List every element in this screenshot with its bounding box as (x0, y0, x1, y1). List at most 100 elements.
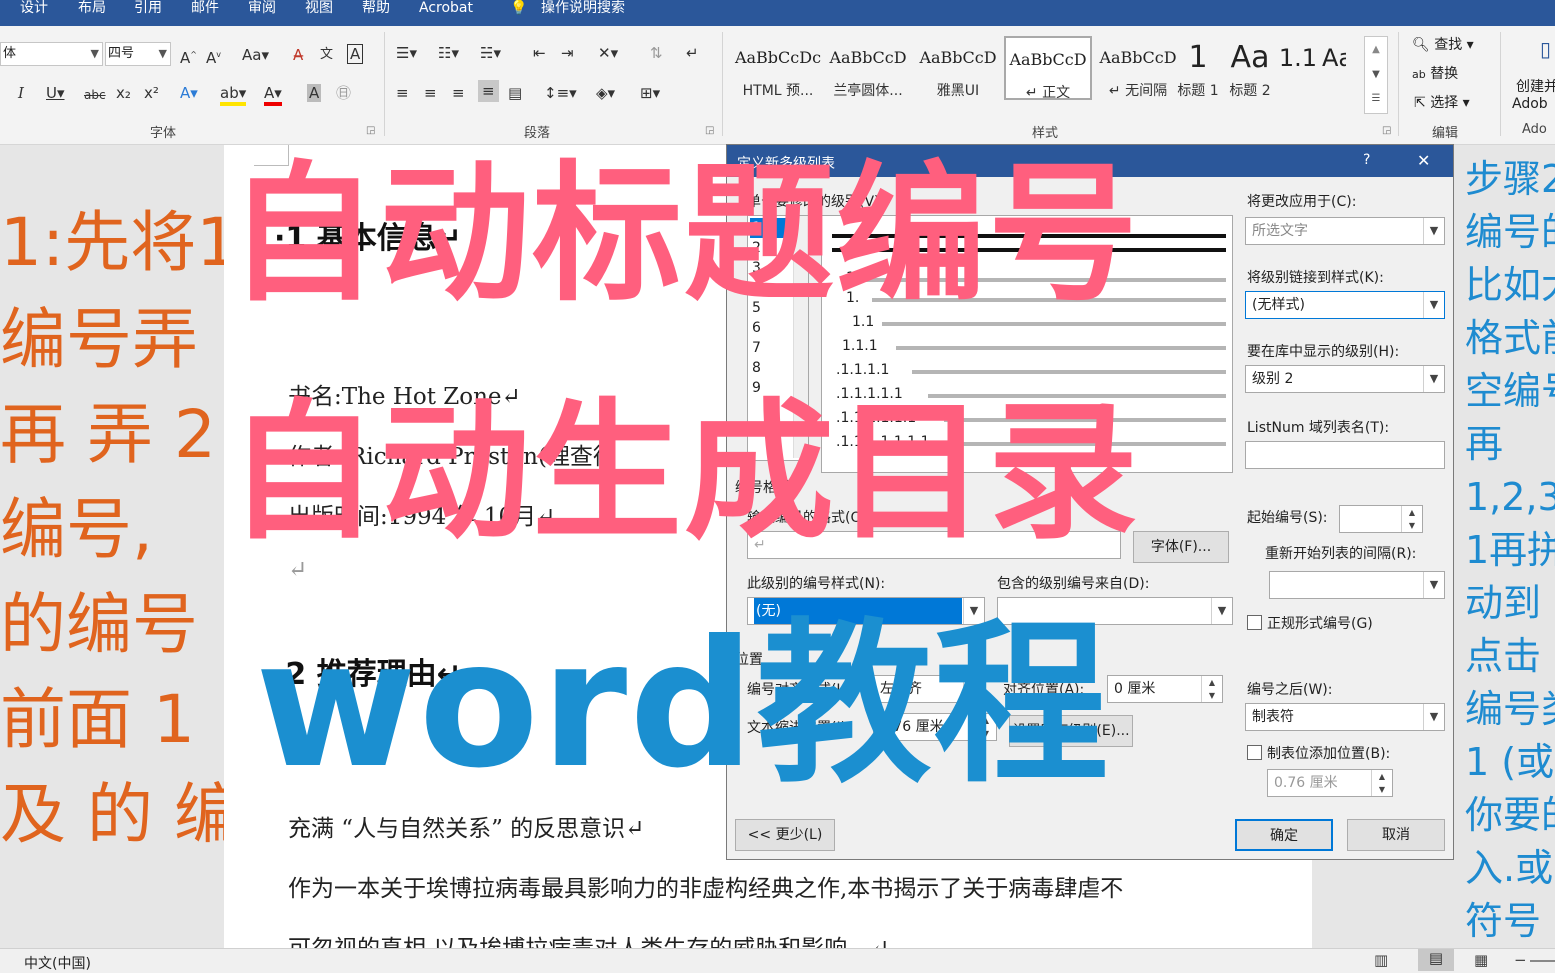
align-left-icon[interactable]: ≡ (396, 84, 409, 102)
bullets-icon[interactable]: ☰▾ (396, 44, 417, 62)
style-lanting[interactable]: AaBbCcD 兰亭圆体... (824, 36, 912, 100)
style-heading-2[interactable]: Aa 标题 2 (1226, 36, 1274, 100)
change-case-icon[interactable]: Aa▾ (242, 46, 269, 64)
chevron-down-icon[interactable]: ▼ (1365, 62, 1387, 87)
alignment-select[interactable]: 左对齐 ▼ (873, 675, 985, 703)
start-at-input[interactable]: ▲ ▼ (1339, 505, 1423, 533)
align-right-icon[interactable]: ≡ (452, 84, 465, 102)
ok-button[interactable]: 确定 (1235, 819, 1333, 851)
tab-help[interactable]: 帮助 (362, 0, 390, 22)
tab-review[interactable]: 审阅 (248, 0, 276, 22)
italic-icon[interactable]: I (18, 84, 24, 102)
dialog-launcher-icon[interactable]: ◲ (366, 122, 375, 140)
superscript-icon[interactable]: x² (144, 84, 159, 102)
style-heading-1[interactable]: 1 标题 1 (1174, 36, 1222, 100)
style-no-spacing[interactable]: AaBbCcD ↵ 无间隔 (1094, 36, 1182, 100)
read-mode-icon[interactable]: ▥ (1374, 951, 1388, 969)
level-item[interactable]: 3 (752, 258, 761, 278)
spinner-icon[interactable]: ▲ ▼ (1401, 506, 1422, 532)
tab-stop-input[interactable]: 0.76 厘米 ▲ ▼ (1267, 769, 1393, 797)
include-level-select[interactable]: ▼ (997, 597, 1233, 625)
select-button[interactable]: ⇱ 选择 ▾ (1414, 92, 1470, 112)
styles-scroll[interactable]: ▲ ▼ ☰ (1364, 36, 1388, 114)
spinner-icon[interactable]: ▲ ▼ (975, 714, 996, 740)
underline-icon[interactable]: U▾ (46, 84, 65, 102)
font-size-combo[interactable]: 四号 ▼ (105, 42, 171, 66)
tab-acrobat[interactable]: Acrobat (419, 0, 473, 22)
tab-references[interactable]: 引用 (134, 0, 162, 22)
dialog-launcher-icon[interactable]: ◲ (1382, 122, 1391, 140)
distributed-icon[interactable]: ▤ (508, 84, 522, 102)
phonetic-guide-icon[interactable]: 文 (320, 46, 333, 64)
less-button[interactable]: << 更少(L) (735, 819, 835, 851)
level-item[interactable]: 9 (752, 378, 761, 398)
replace-button[interactable]: ab 替换 (1412, 63, 1458, 83)
style-normal[interactable]: AaBbCcD ↵ 正文 (1004, 36, 1092, 101)
tab-stop-checkbox[interactable] (1247, 745, 1262, 760)
level-item[interactable]: 7 (752, 338, 761, 358)
link-style-select[interactable]: (无样式) ▼ (1245, 291, 1445, 319)
zoom-out-icon[interactable]: − (1514, 951, 1527, 969)
shrink-font-icon[interactable]: Av (206, 46, 221, 67)
align-at-input[interactable]: 0 厘米 ▲ ▼ (1107, 675, 1223, 703)
style-yahei[interactable]: AaBbCcD 雅黑UI (914, 36, 1002, 100)
numbering-icon[interactable]: ☷▾ (438, 44, 459, 62)
char-shading-icon[interactable]: A (307, 84, 322, 102)
tell-me-search[interactable]: 操作说明搜索 (541, 0, 625, 22)
cancel-button[interactable]: 取消 (1347, 819, 1445, 851)
clear-format-icon[interactable]: A̶ (293, 46, 303, 64)
sort-icon[interactable]: ⇅ (650, 44, 663, 62)
close-icon[interactable]: ✕ (1417, 151, 1430, 170)
legal-checkbox[interactable] (1247, 615, 1262, 630)
restart-select[interactable]: ▼ (1269, 571, 1445, 599)
web-layout-icon[interactable]: ▦ (1474, 951, 1488, 969)
increase-indent-icon[interactable]: ⇥ (561, 44, 574, 62)
borders-icon[interactable]: ⊞▾ (640, 84, 660, 102)
find-button[interactable]: 🔍︎ 查找 ▾ (1412, 34, 1474, 54)
level-item[interactable]: 5 (752, 298, 761, 318)
justify-icon[interactable]: ≡ (478, 80, 499, 102)
level-item[interactable]: 1 (750, 218, 786, 238)
char-border-icon[interactable]: A (347, 44, 364, 64)
strikethrough-icon[interactable]: abc (84, 86, 106, 104)
help-button[interactable]: ? (1363, 152, 1370, 168)
grow-font-icon[interactable]: A^ (180, 46, 197, 67)
style-heading-3[interactable]: 1.1 (1276, 36, 1320, 100)
tab-layout[interactable]: 布局 (78, 0, 106, 22)
language-indicator[interactable]: 中文(中国) (24, 953, 91, 973)
subscript-icon[interactable]: x₂ (116, 84, 131, 102)
tab-view[interactable]: 视图 (305, 0, 333, 22)
spinner-icon[interactable]: ▲ ▼ (1201, 676, 1222, 702)
level-item[interactable]: 2 (752, 238, 761, 258)
align-center-icon[interactable]: ≡ (424, 84, 437, 102)
multilevel-list-icon[interactable]: ☵▾ (480, 44, 501, 62)
dialog-launcher-icon[interactable]: ◲ (705, 122, 714, 140)
line-spacing-icon[interactable]: ↕≡▾ (544, 84, 577, 102)
level-list[interactable]: 1 2 3 4 5 6 7 8 9 (747, 215, 809, 461)
number-style-select[interactable]: (无) ▼ (747, 597, 985, 625)
style-heading-4[interactable]: Aa (1322, 36, 1346, 100)
apply-to-select[interactable]: 所选文字 ▼ (1245, 217, 1445, 245)
more-styles-icon[interactable]: ☰ (1365, 87, 1387, 111)
spinner-icon[interactable]: ▲ ▼ (1371, 770, 1392, 796)
font-button[interactable]: 字体(F)... (1133, 531, 1229, 563)
decrease-indent-icon[interactable]: ⇤ (533, 44, 546, 62)
level-scrollbar[interactable] (793, 216, 808, 458)
asian-layout-icon[interactable]: ✕▾ (598, 44, 618, 62)
listnum-input[interactable] (1245, 441, 1445, 469)
level-item[interactable]: 8 (752, 358, 761, 378)
style-html[interactable]: AaBbCcDc HTML 预... (734, 36, 822, 100)
create-pdf-label[interactable]: 创建并 (1516, 76, 1555, 96)
pdf-icon[interactable]: ▯ (1540, 39, 1551, 59)
print-layout-icon[interactable]: ▤ (1418, 949, 1454, 971)
level-item[interactable]: 6 (752, 318, 761, 338)
tab-design[interactable]: 设计 (20, 0, 48, 22)
chevron-up-icon[interactable]: ▲ (1365, 37, 1387, 62)
shading-icon[interactable]: ◈▾ (596, 84, 615, 102)
font-name-combo[interactable]: 体 ▼ (0, 42, 103, 66)
font-color-icon[interactable]: A▾ (264, 84, 282, 106)
follow-select[interactable]: 制表符 ▼ (1245, 703, 1445, 731)
set-all-levels-button[interactable]: 设置所有级别(E)... (1009, 715, 1133, 747)
tab-mailings[interactable]: 邮件 (191, 0, 219, 22)
text-effects-icon[interactable]: A▾ (180, 84, 198, 102)
